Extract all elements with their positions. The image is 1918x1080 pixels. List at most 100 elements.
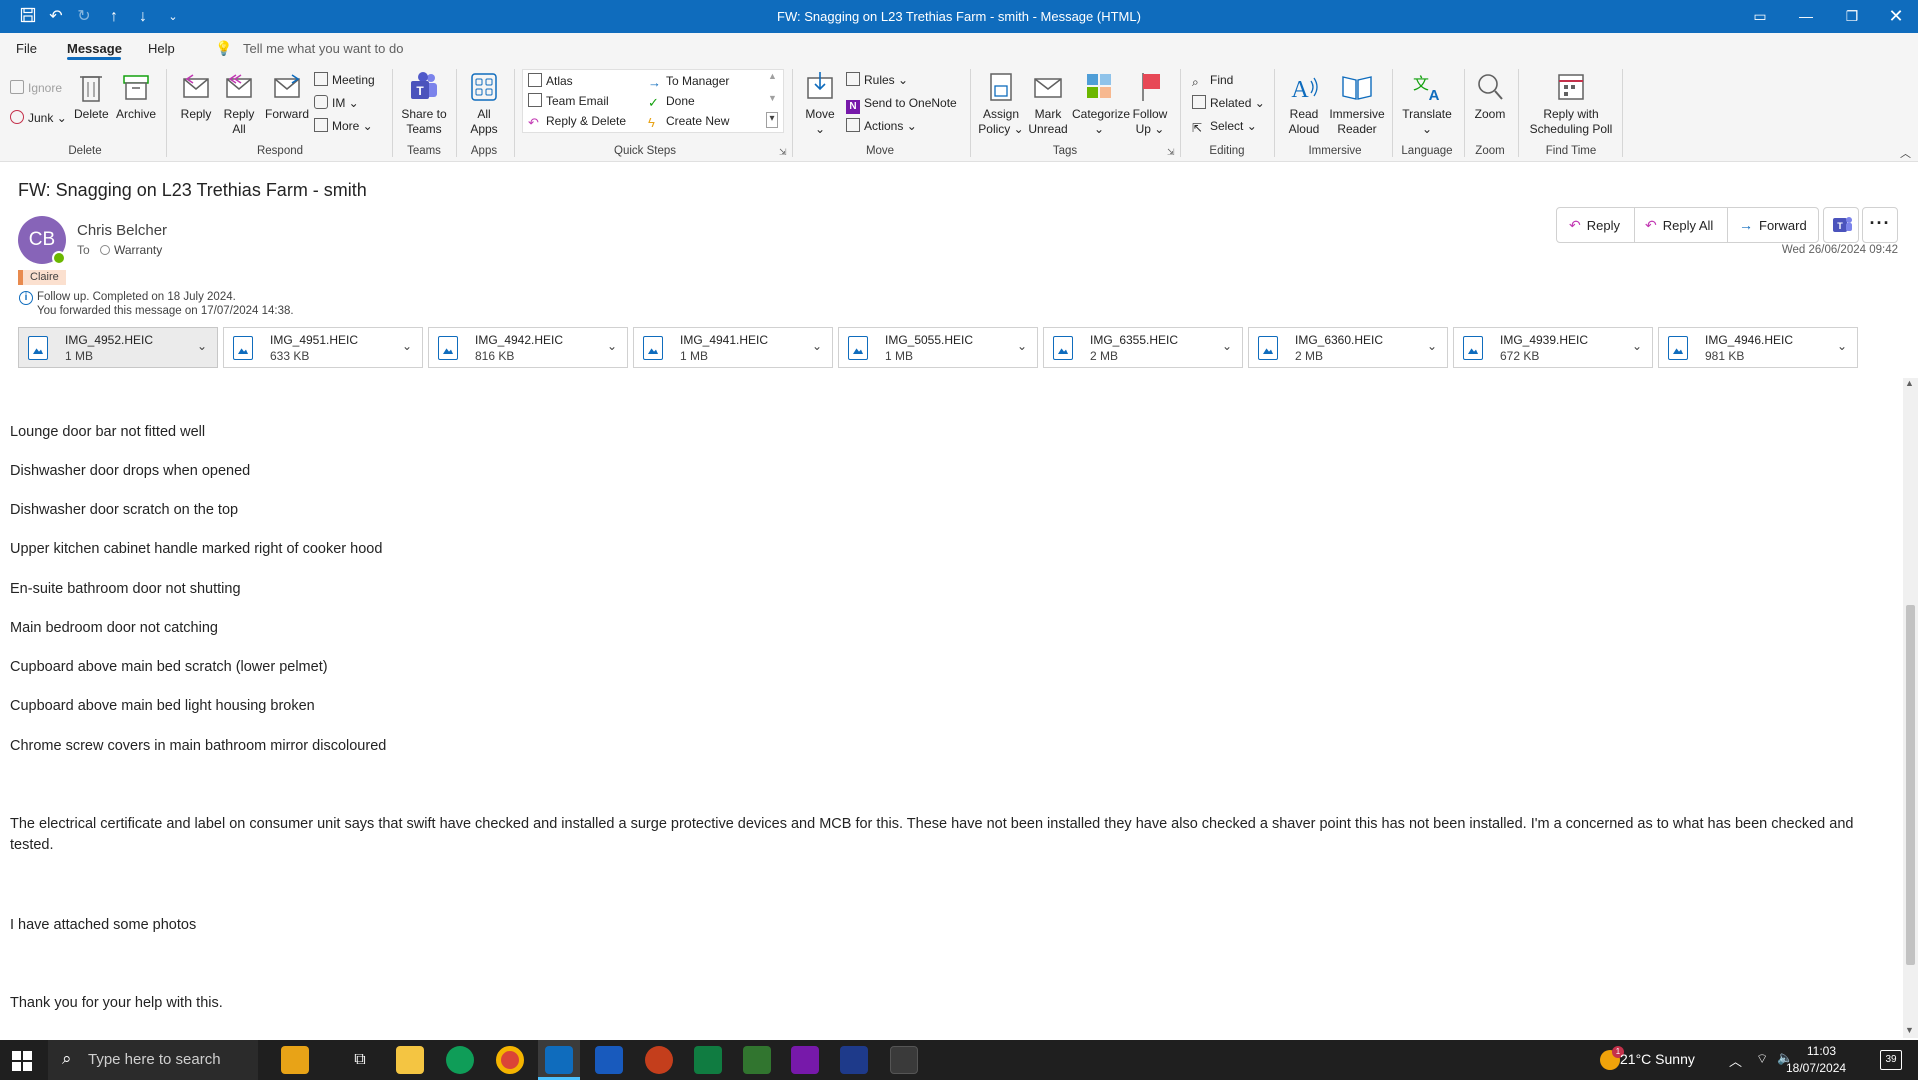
zoom-button[interactable]: Zoom	[1472, 69, 1508, 122]
attachment-item[interactable]: IMG_4946.HEIC 981 KB ⌄	[1658, 327, 1858, 368]
delete-button[interactable]: Delete	[74, 69, 109, 122]
tab-message[interactable]: Message	[67, 41, 122, 56]
more-actions-button[interactable]: ···	[1862, 207, 1898, 243]
scroll-up-icon[interactable]: ▲	[1905, 378, 1914, 388]
chevron-down-icon[interactable]: ⌄	[1632, 339, 1642, 353]
taskbar-search[interactable]: Type here to search	[48, 1040, 258, 1080]
quick-step-create-new[interactable]: ϟ Create New	[648, 112, 729, 130]
ribbon-display-icon[interactable]: ▭	[1737, 0, 1783, 33]
chevron-down-icon[interactable]: ⌄	[1427, 339, 1437, 353]
reply-button[interactable]: Reply	[176, 69, 216, 122]
attachment-item[interactable]: IMG_5055.HEIC 1 MB ⌄	[838, 327, 1038, 368]
scroll-down-icon[interactable]: ▼	[1905, 1025, 1914, 1035]
gallery-up-icon[interactable]: ▲	[768, 71, 777, 81]
windows-start-icon[interactable]	[12, 1051, 32, 1071]
app-icon[interactable]	[840, 1046, 868, 1074]
chevron-down-icon[interactable]: ⌄	[1837, 339, 1847, 353]
forward-button[interactable]: → Forward	[1739, 208, 1807, 242]
archive-button[interactable]: Archive	[116, 69, 156, 122]
junk-button[interactable]: Junk ⌄	[10, 109, 67, 127]
categorize-button[interactable]: Categorize ⌄	[1072, 69, 1130, 137]
read-aloud-button[interactable]: A Read Aloud	[1282, 69, 1326, 137]
powerpoint-icon[interactable]	[645, 1046, 673, 1074]
dialog-launcher-icon[interactable]: ⇲	[779, 147, 787, 158]
onenote-icon[interactable]	[791, 1046, 819, 1074]
immersive-reader-button[interactable]: Immersive Reader	[1328, 69, 1386, 137]
teams-chat-button[interactable]: T	[1823, 207, 1859, 243]
attachment-size: 1 MB	[65, 349, 94, 363]
follow-up-button[interactable]: Follow Up ⌄	[1130, 69, 1170, 137]
network-icon[interactable]: ⌔	[1756, 1051, 1768, 1067]
rules-button[interactable]: Rules ⌄	[846, 71, 908, 89]
work-bag-icon[interactable]	[281, 1046, 309, 1074]
actions-button[interactable]: Actions ⌄	[846, 117, 917, 135]
scheduling-poll-button[interactable]: Reply with Scheduling Poll	[1526, 69, 1616, 137]
chevron-up-icon[interactable]: ︿	[1729, 1051, 1742, 1070]
quick-step-team-email[interactable]: Team Email	[528, 92, 609, 110]
chevron-down-icon[interactable]: ⌄	[812, 339, 822, 353]
quick-step-done[interactable]: ✓ Done	[648, 92, 695, 110]
notifications-icon[interactable]: 39	[1880, 1050, 1902, 1070]
chevron-down-icon[interactable]: ⌄	[607, 339, 617, 353]
recipient-name[interactable]: Warranty	[114, 243, 162, 257]
meeting-button[interactable]: Meeting	[314, 71, 375, 89]
im-button[interactable]: IM ⌄	[314, 94, 359, 112]
gallery-down-icon[interactable]: ▼	[768, 93, 777, 103]
gallery-expand-icon[interactable]: ▾	[766, 112, 778, 128]
tell-me-search[interactable]: Tell me what you want to do	[243, 41, 403, 56]
mark-unread-button[interactable]: Mark Unread	[1028, 69, 1068, 137]
attachment-item[interactable]: IMG_4952.HEIC 1 MB ⌄	[18, 327, 218, 368]
attachment-item[interactable]: IMG_6355.HEIC 2 MB ⌄	[1043, 327, 1243, 368]
translate-button[interactable]: 文A Translate ⌄	[1400, 69, 1454, 137]
quick-step-to-manager[interactable]: → To Manager	[648, 72, 729, 90]
clock-time[interactable]: 11:03	[1786, 1044, 1836, 1058]
quick-step-reply-delete[interactable]: ↶ Reply & Delete	[528, 112, 626, 130]
select-button[interactable]: ⇱ Select ⌄	[1192, 117, 1257, 135]
tab-file[interactable]: File	[16, 41, 37, 56]
forward-button[interactable]: Forward	[262, 69, 312, 122]
move-button[interactable]: Move ⌄	[800, 69, 840, 137]
attachment-item[interactable]: IMG_6360.HEIC 2 MB ⌄	[1248, 327, 1448, 368]
attachment-item[interactable]: IMG_4951.HEIC 633 KB ⌄	[223, 327, 423, 368]
reply-all-icon: ↶	[1645, 217, 1657, 233]
chevron-down-icon[interactable]: ⌄	[1222, 339, 1232, 353]
scrollbar-thumb[interactable]	[1906, 605, 1915, 965]
attachment-item[interactable]: IMG_4941.HEIC 1 MB ⌄	[633, 327, 833, 368]
share-to-teams-button[interactable]: T Share to Teams	[400, 69, 448, 137]
app-icon[interactable]	[890, 1046, 918, 1074]
more-respond-button[interactable]: More ⌄	[314, 117, 373, 135]
dialog-launcher-icon[interactable]: ⇲	[1167, 147, 1175, 158]
minimize-icon[interactable]: —	[1783, 0, 1829, 33]
body-line: Dishwasher door drops when opened	[10, 463, 251, 479]
outlook-icon[interactable]	[545, 1046, 573, 1074]
excel-icon[interactable]	[694, 1046, 722, 1074]
find-button[interactable]: ⌕ Find	[1192, 71, 1233, 89]
category-tag[interactable]: Claire	[18, 270, 66, 285]
assign-policy-button[interactable]: Assign Policy ⌄	[978, 69, 1024, 137]
edge-icon[interactable]	[446, 1046, 474, 1074]
chevron-down-icon[interactable]: ⌄	[402, 339, 412, 353]
close-icon[interactable]: ✕	[1873, 0, 1918, 33]
related-button[interactable]: Related ⌄	[1192, 94, 1265, 112]
sender-name[interactable]: Chris Belcher	[77, 222, 167, 239]
tab-help[interactable]: Help	[148, 41, 175, 56]
weather-text[interactable]: 21°C Sunny	[1620, 1051, 1695, 1067]
chevron-down-icon[interactable]: ⌄	[197, 339, 207, 353]
file-explorer-icon[interactable]	[396, 1046, 424, 1074]
reply-all-button[interactable]: ↶ Reply All	[1645, 208, 1713, 242]
attachment-item[interactable]: IMG_4939.HEIC 672 KB ⌄	[1453, 327, 1653, 368]
chevron-down-icon[interactable]: ⌄	[1017, 339, 1027, 353]
attachment-item[interactable]: IMG_4942.HEIC 816 KB ⌄	[428, 327, 628, 368]
task-view-icon[interactable]: ⧉	[346, 1046, 374, 1074]
chrome-icon[interactable]	[496, 1046, 524, 1074]
word-icon[interactable]	[595, 1046, 623, 1074]
project-icon[interactable]	[743, 1046, 771, 1074]
quick-step-atlas[interactable]: Atlas	[528, 72, 573, 90]
send-to-onenote-button[interactable]: N Send to OneNote	[846, 94, 957, 114]
restore-icon[interactable]: ❐	[1829, 0, 1875, 33]
collapse-ribbon-icon[interactable]: ︿	[1900, 145, 1911, 161]
clock-date[interactable]: 18/07/2024	[1786, 1061, 1846, 1075]
reply-button[interactable]: ↶ Reply	[1569, 208, 1620, 242]
all-apps-button[interactable]: All Apps	[464, 69, 504, 137]
reply-all-button[interactable]: Reply All	[222, 69, 256, 137]
